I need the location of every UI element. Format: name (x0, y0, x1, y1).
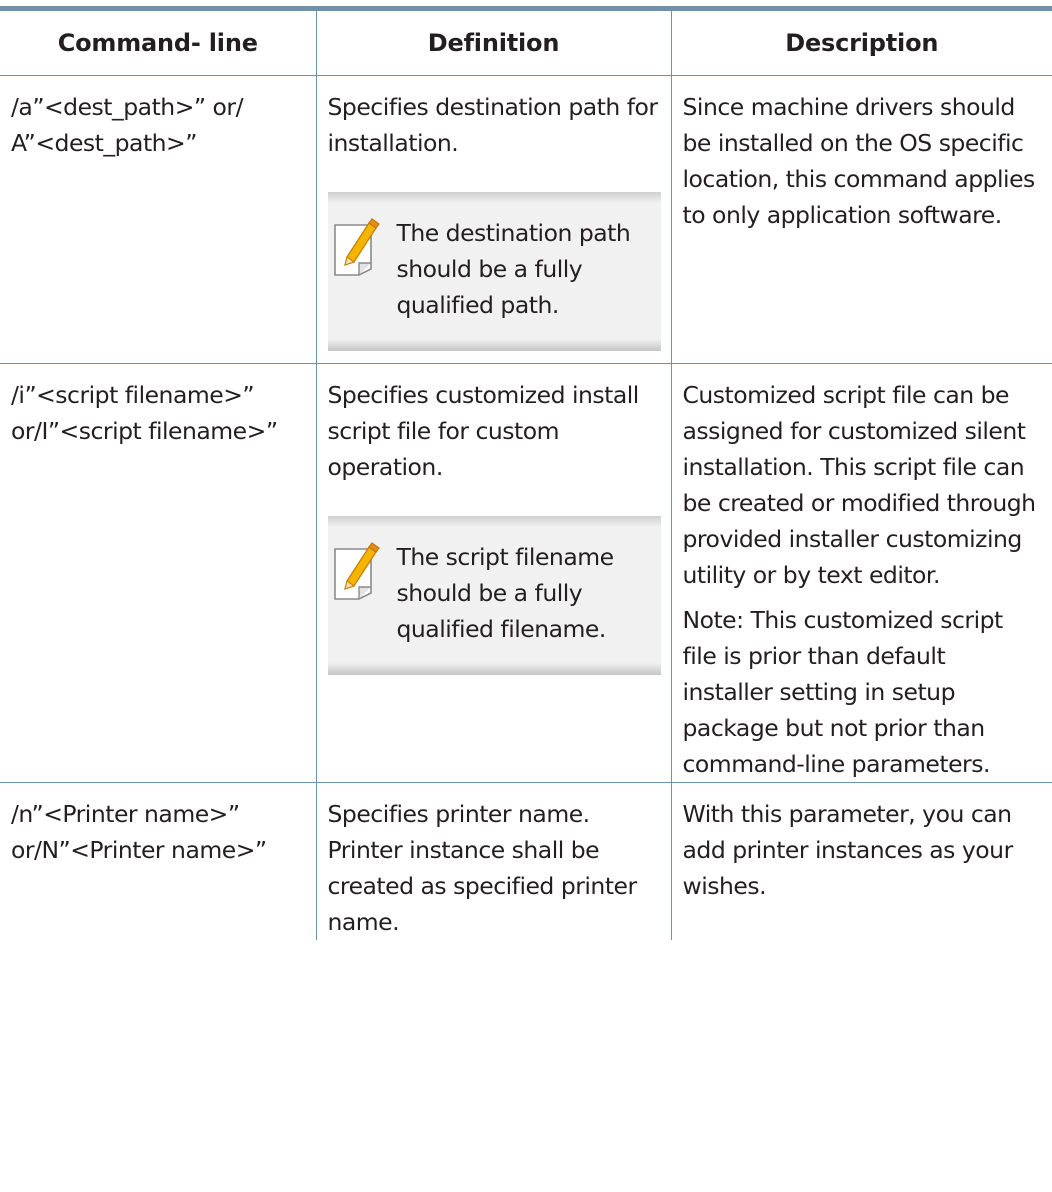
header-description: Description (670, 11, 1052, 76)
command-cell: /a”<dest_path>” or/ A”<dest_path>” (0, 75, 316, 364)
note-text: The destination path should be a fully q… (396, 219, 631, 319)
note-box: The destination path should be a fully q… (327, 192, 661, 351)
table-row: /i”<script filename>” or/I”<script filen… (0, 363, 1052, 783)
note-text: The script filename should be a fully qu… (396, 543, 615, 643)
description-text: Since machine drivers should be installe… (682, 93, 1036, 229)
definition-text: Specifies customized install script file… (327, 381, 640, 481)
command-text: /n”<Printer name>” or/N”<Printer name>” (11, 800, 267, 864)
table-row: /n”<Printer name>” or/N”<Printer name>” … (0, 782, 1052, 941)
description-text: Customized script file can be assigned f… (682, 381, 1037, 589)
command-cell: /n”<Printer name>” or/N”<Printer name>” (0, 783, 316, 941)
definition-cell: Specifies customized install script file… (315, 363, 671, 783)
command-text: /i”<script filename>” or/I”<script filen… (11, 381, 278, 445)
definition-text: Specifies printer name. Printer instance… (327, 800, 638, 936)
description-note-text: Note: This customized script file is pri… (682, 606, 1004, 778)
table-header-row: Command- line Definition Description (0, 11, 1052, 76)
document-page: Command- line Definition Description /a”… (0, 0, 1052, 1192)
description-cell: Since machine drivers should be installe… (670, 75, 1052, 364)
description-cell: With this parameter, you can add printer… (670, 782, 1052, 940)
definition-text: Specifies destination path for installat… (327, 93, 659, 157)
pencil-note-icon (333, 218, 380, 276)
header-definition: Definition (315, 11, 671, 76)
description-cell: Customized script file can be assigned f… (670, 363, 1052, 783)
command-text: /a”<dest_path>” or/ A”<dest_path>” (11, 93, 243, 157)
command-cell: /i”<script filename>” or/I”<script filen… (0, 363, 316, 783)
pencil-note-icon (333, 542, 380, 600)
description-text: With this parameter, you can add printer… (682, 800, 1014, 900)
table-row: /a”<dest_path>” or/ A”<dest_path>” Speci… (0, 75, 1052, 364)
definition-cell: Specifies printer name. Printer instance… (315, 782, 671, 940)
command-line-table: Command- line Definition Description /a”… (0, 11, 1052, 940)
header-command-line: Command- line (0, 11, 316, 76)
note-box: The script filename should be a fully qu… (327, 516, 661, 675)
definition-cell: Specifies destination path for installat… (315, 75, 671, 364)
